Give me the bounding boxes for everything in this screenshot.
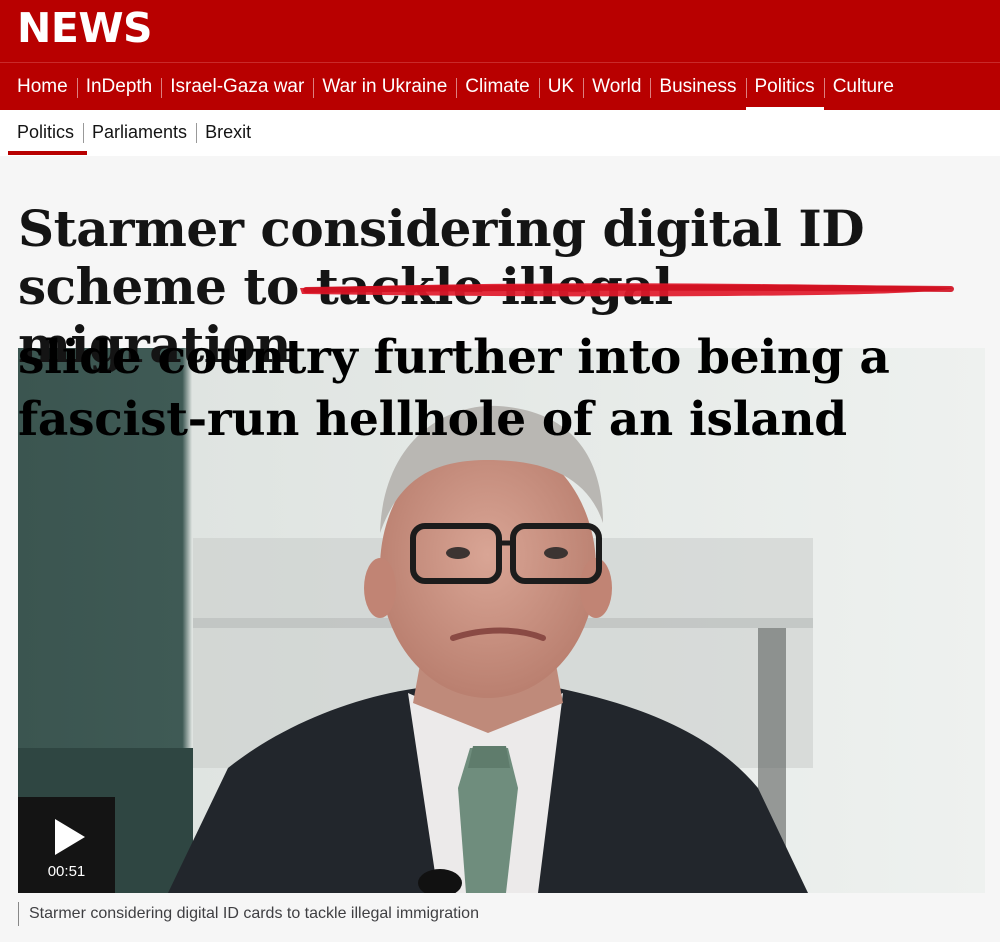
- secondary-nav: Politics Parliaments Brexit: [0, 110, 1000, 156]
- play-button[interactable]: 00:51: [18, 797, 115, 893]
- nav-item-business[interactable]: Business: [650, 63, 745, 111]
- subnav-item-politics[interactable]: Politics: [8, 110, 88, 156]
- primary-nav-list: Home InDepth Israel-Gaza war War in Ukra…: [8, 63, 903, 111]
- nav-item-culture[interactable]: Culture: [823, 63, 903, 111]
- nav-item-indepth[interactable]: InDepth: [76, 63, 162, 111]
- overlay-caption-text: slide country further into being a fasci…: [18, 330, 890, 447]
- image-caption: Starmer considering digital ID cards to …: [18, 902, 479, 926]
- nav-item-war-in-ukraine[interactable]: War in Ukraine: [313, 63, 456, 111]
- nav-item-israel-gaza-war[interactable]: Israel-Gaza war: [161, 63, 313, 111]
- nav-item-uk[interactable]: UK: [538, 63, 583, 111]
- news-logo[interactable]: NEWS: [17, 6, 153, 50]
- nav-item-climate[interactable]: Climate: [456, 63, 538, 111]
- video-duration: 00:51: [47, 863, 86, 880]
- primary-nav: Home InDepth Israel-Gaza war War in Ukra…: [0, 62, 1000, 111]
- nav-item-home[interactable]: Home: [8, 63, 77, 111]
- red-strikethrough-mark: [300, 283, 954, 297]
- nav-item-politics[interactable]: Politics: [745, 63, 824, 111]
- subnav-item-parliaments[interactable]: Parliaments: [83, 110, 196, 156]
- subnav-item-brexit[interactable]: Brexit: [196, 110, 260, 156]
- secondary-nav-list: Politics Parliaments Brexit: [8, 110, 260, 156]
- nav-item-world[interactable]: World: [583, 63, 650, 111]
- play-icon[interactable]: [55, 819, 85, 855]
- masthead: NEWS: [0, 0, 1000, 62]
